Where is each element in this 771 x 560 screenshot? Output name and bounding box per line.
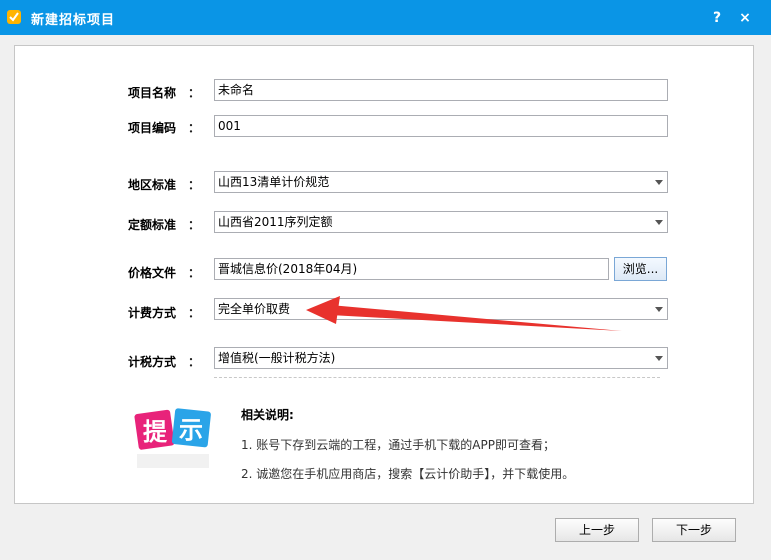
fee-method-label: 计费方式	[128, 306, 177, 320]
price-file-label: 价格文件	[128, 266, 177, 280]
region-standard-select[interactable]: 山西13清单计价规范	[214, 171, 668, 193]
project-code-label: 项目编码	[128, 121, 177, 135]
project-name-input[interactable]: 未命名	[214, 79, 668, 101]
project-code-input[interactable]: 001	[214, 115, 668, 137]
help-button[interactable]: ?	[707, 8, 727, 28]
quota-standard-label: 定额标准	[128, 218, 177, 232]
project-name-label: 项目名称	[128, 86, 177, 100]
label-colon: ：	[188, 218, 201, 232]
label-colon: ：	[188, 178, 201, 192]
chevron-down-icon	[655, 220, 663, 225]
chevron-down-icon	[655, 180, 663, 185]
note-item: 2. 诚邀您在手机应用商店，搜索【云计价助手】，并下载使用。	[241, 467, 575, 481]
tip-badge-text-2: 示	[179, 416, 203, 444]
price-file-input[interactable]: 晋城信息价(2018年04月)	[214, 258, 609, 280]
form-panel: 项目名称 ： 未命名 项目编码 ： 001 地区标准 ： 山西13清单计价规范 …	[14, 45, 754, 504]
close-button[interactable]: ×	[735, 8, 755, 28]
region-standard-label: 地区标准	[128, 178, 177, 192]
app-logo-icon	[7, 10, 21, 24]
quota-standard-select[interactable]: 山西省2011序列定额	[214, 211, 668, 233]
note-item: 1. 账号下存到云端的工程，通过手机下载的APP即可查看；	[241, 438, 555, 452]
notes-title: 相关说明:	[241, 408, 294, 422]
title-bar: 新建招标项目 ? ×	[0, 0, 771, 35]
fee-method-value: 完全单价取费	[218, 302, 291, 316]
chevron-down-icon	[655, 356, 663, 361]
label-colon: ：	[188, 266, 201, 280]
browse-button[interactable]: 浏览...	[614, 257, 667, 281]
tip-badge-text-1: 提	[143, 418, 168, 446]
tax-method-value: 增值税(一般计税方法)	[218, 351, 336, 365]
region-standard-value: 山西13清单计价规范	[218, 175, 330, 189]
quota-standard-value: 山西省2011序列定额	[218, 215, 333, 229]
tax-method-select[interactable]: 增值税(一般计税方法)	[214, 347, 668, 369]
divider	[214, 377, 660, 378]
previous-step-button[interactable]: 上一步	[555, 518, 639, 542]
label-colon: ：	[188, 306, 201, 320]
window-title: 新建招标项目	[31, 13, 116, 28]
label-colon: ：	[188, 121, 201, 135]
tip-badge-icon: 提 示	[134, 408, 211, 468]
label-colon: ：	[188, 86, 201, 100]
fee-method-select[interactable]: 完全单价取费	[214, 298, 668, 320]
next-step-button[interactable]: 下一步	[652, 518, 736, 542]
label-colon: ：	[188, 355, 201, 369]
tax-method-label: 计税方式	[128, 355, 177, 369]
chevron-down-icon	[655, 307, 663, 312]
